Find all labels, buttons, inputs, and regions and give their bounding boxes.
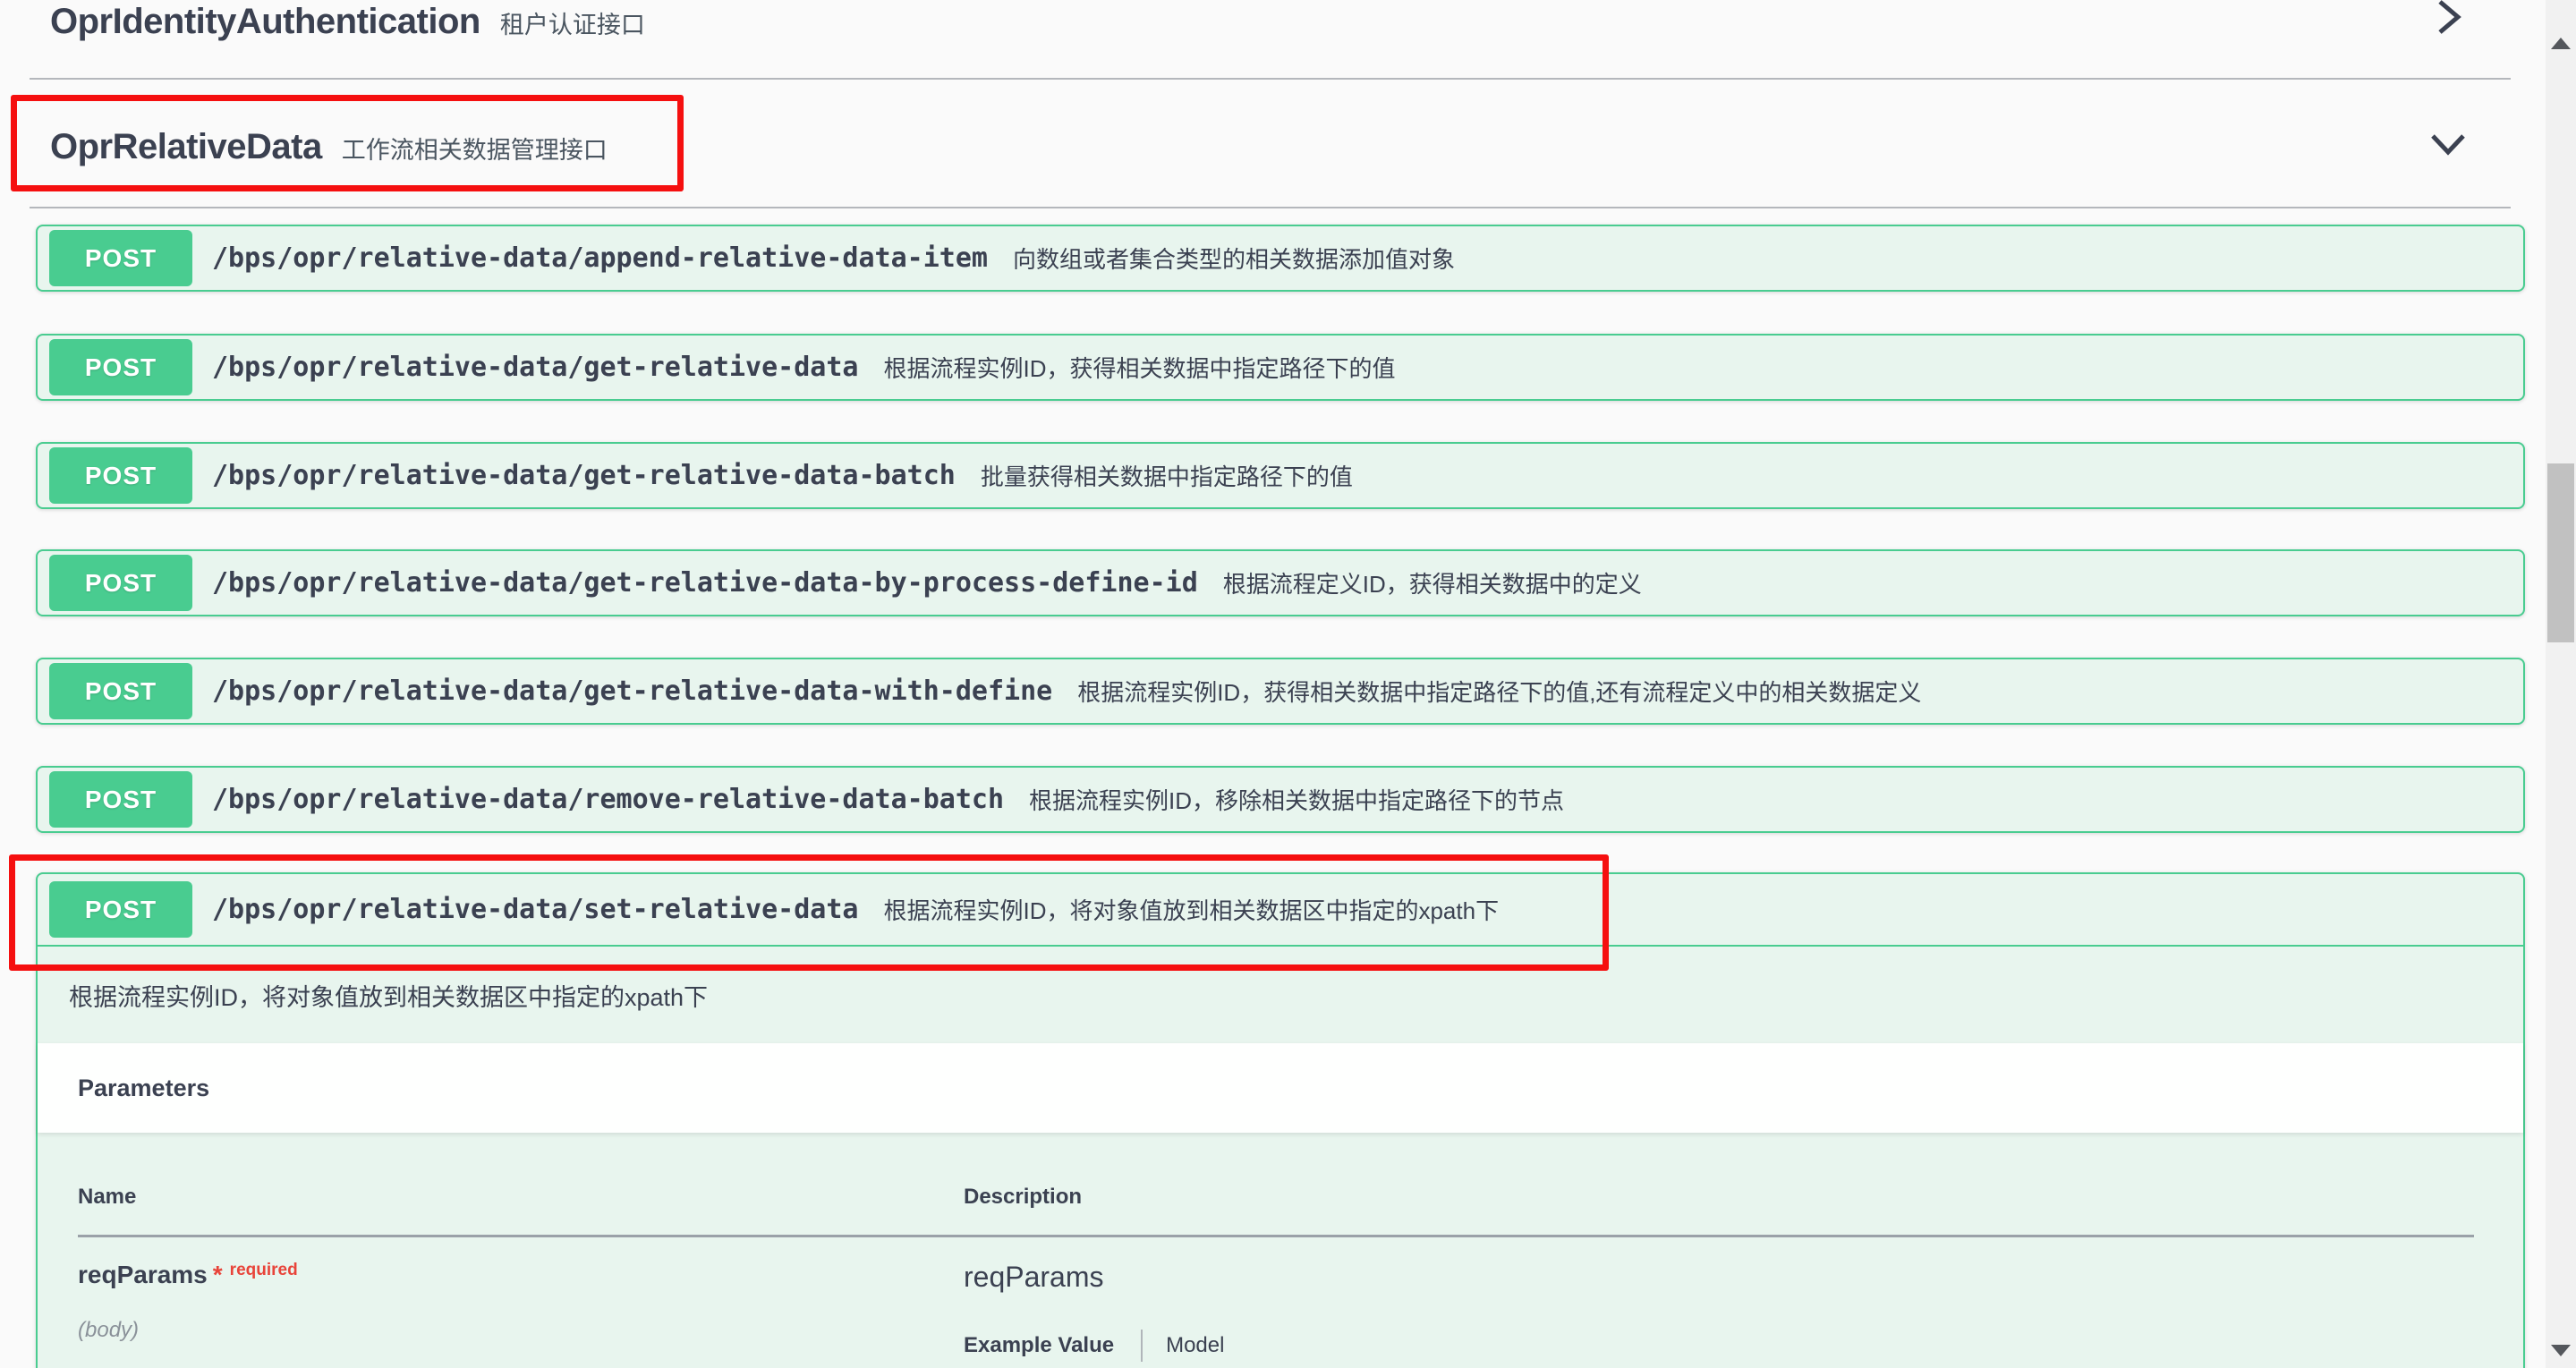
chevron-down-icon[interactable]: [2428, 130, 2468, 158]
parameters-table-header-row: Name Description: [78, 1185, 2483, 1210]
endpoint-path: /bps/opr/relative-data/remove-relative-d…: [212, 784, 1004, 815]
endpoint-description: 向数组或者集合类型的相关数据添加值对象: [1013, 242, 1455, 275]
endpoint-row-get-relative-data-batch[interactable]: POST /bps/opr/relative-data/get-relative…: [36, 442, 2525, 509]
required-star: *: [213, 1261, 223, 1288]
section-subtitle: 租户认证接口: [500, 5, 645, 40]
endpoint-description: 批量获得相关数据中指定路径下的值: [981, 459, 1353, 492]
endpoint-path: /bps/opr/relative-data/get-relative-data…: [212, 676, 1052, 707]
post-method-badge: POST: [49, 663, 192, 719]
parameter-row-reqparams: reqParams*required (body) reqParams Exam…: [78, 1261, 2483, 1362]
endpoint-row-get-relative-data-with-define[interactable]: POST /bps/opr/relative-data/get-relative…: [36, 658, 2525, 725]
operation-description: 根据流程实例ID，将对象值放到相关数据区中指定的xpath下: [69, 978, 708, 1013]
section-subtitle: 工作流相关数据管理接口: [342, 131, 608, 166]
endpoint-expanded-set-relative-data: POST /bps/opr/relative-data/set-relative…: [36, 872, 2525, 1368]
parameters-section-header: Parameters: [38, 1043, 2523, 1133]
endpoint-description: 根据流程定义ID，获得相关数据中的定义: [1223, 566, 1642, 599]
endpoint-description: 根据流程实例ID，将对象值放到相关数据区中指定的xpath下: [883, 893, 1499, 926]
parameter-description-cell: reqParams Example Value Model: [964, 1261, 1224, 1362]
section-opridentityauthentication[interactable]: OprIdentityAuthentication 租户认证接口: [50, 2, 645, 42]
endpoint-description: 根据流程实例ID，移除相关数据中指定路径下的节点: [1029, 783, 1564, 816]
endpoint-row-get-relative-data[interactable]: POST /bps/opr/relative-data/get-relative…: [36, 334, 2525, 401]
endpoint-path: /bps/opr/relative-data/append-relative-d…: [212, 242, 988, 274]
table-header-divider: [78, 1235, 2474, 1237]
tab-separator: [1141, 1330, 1143, 1362]
parameters-title: Parameters: [78, 1075, 209, 1102]
swagger-api-page: OprIdentityAuthentication 租户认证接口 OprRela…: [0, 0, 2576, 1368]
tab-example-value[interactable]: Example Value: [964, 1333, 1114, 1358]
scrollbar-down-arrow[interactable]: [2551, 1345, 2571, 1356]
endpoint-row-remove-relative-data-batch[interactable]: POST /bps/opr/relative-data/remove-relat…: [36, 766, 2525, 833]
endpoint-description: 根据流程实例ID，获得相关数据中指定路径下的值: [883, 351, 1395, 384]
vertical-scrollbar[interactable]: [2546, 0, 2576, 1368]
chevron-right-icon[interactable]: [2433, 0, 2465, 38]
post-method-badge: POST: [49, 230, 192, 286]
scrollbar-up-arrow[interactable]: [2551, 38, 2571, 49]
endpoint-row-get-relative-data-by-process-define-id[interactable]: POST /bps/opr/relative-data/get-relative…: [36, 549, 2525, 616]
endpoint-description: 根据流程实例ID，获得相关数据中指定路径下的值,还有流程定义中的相关数据定义: [1077, 675, 1921, 708]
required-label: required: [230, 1261, 298, 1279]
endpoint-row-set-relative-data[interactable]: POST /bps/opr/relative-data/set-relative…: [38, 874, 2523, 947]
parameter-name: reqParams: [78, 1261, 208, 1288]
scrollbar-thumb[interactable]: [2547, 463, 2574, 642]
parameters-table: Name Description reqParams*required (bod…: [38, 1133, 2523, 1362]
post-method-badge: POST: [49, 339, 192, 395]
section-divider: [30, 78, 2511, 80]
parameter-description: reqParams: [964, 1261, 1224, 1294]
section-divider: [30, 207, 2511, 208]
section-title: OprIdentityAuthentication: [50, 2, 480, 42]
post-method-badge: POST: [49, 555, 192, 611]
endpoint-path: /bps/opr/relative-data/set-relative-data: [212, 894, 858, 925]
endpoint-path: /bps/opr/relative-data/get-relative-data…: [212, 567, 1198, 599]
parameter-name-cell: reqParams* required (body): [78, 1261, 964, 1362]
endpoint-path: /bps/opr/relative-data/get-relative-data: [212, 352, 858, 383]
tab-model[interactable]: Model: [1166, 1333, 1224, 1358]
section-title: OprRelativeData: [50, 127, 322, 167]
endpoint-path: /bps/opr/relative-data/get-relative-data…: [212, 460, 956, 491]
post-method-badge: POST: [49, 771, 192, 828]
post-method-badge: POST: [49, 881, 192, 938]
parameter-location: (body): [78, 1318, 964, 1343]
model-example-tabs: Example Value Model: [964, 1330, 1224, 1362]
section-oprrelativedata[interactable]: OprRelativeData 工作流相关数据管理接口: [50, 127, 608, 167]
operation-description-wrapper: 根据流程实例ID，将对象值放到相关数据区中指定的xpath下: [38, 947, 2523, 1043]
column-header-description: Description: [964, 1185, 1082, 1210]
column-header-name: Name: [78, 1185, 964, 1210]
post-method-badge: POST: [49, 447, 192, 504]
endpoint-row-append-relative-data-item[interactable]: POST /bps/opr/relative-data/append-relat…: [36, 225, 2525, 292]
